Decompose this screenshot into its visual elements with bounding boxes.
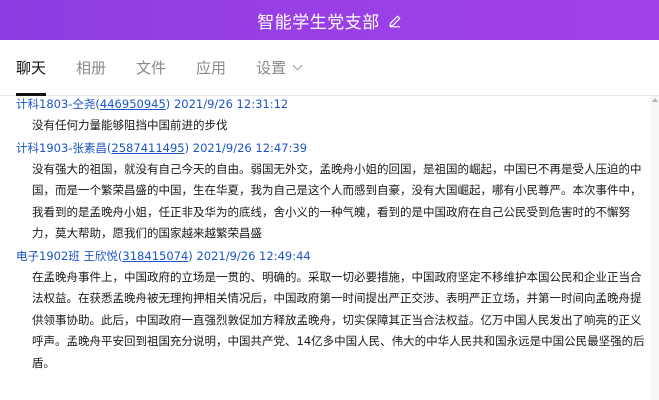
tab-label: 设置 bbox=[256, 59, 287, 77]
group-title: 智能学生党支部 bbox=[257, 12, 380, 33]
sender-name[interactable]: 计科1803-仝尧 bbox=[16, 97, 95, 111]
sender-qq-link[interactable]: 318415074 bbox=[122, 249, 188, 263]
message-text: 在孟晚舟事件上，中国政府的立场是一贯的、明确的。采取一切必要措施，中国政府坚定不… bbox=[32, 269, 645, 370]
message-time: 2021/9/26 12:49:44 bbox=[196, 248, 311, 263]
message-header: 电子1902班 王欣悦(318415074) 2021/9/26 12:49:4… bbox=[16, 248, 311, 263]
message-time: 2021/9/26 12:47:39 bbox=[192, 140, 308, 155]
tab-label: 相册 bbox=[76, 59, 107, 77]
message-header: 计科1903-张素昌(2587411495) 2021/9/26 12:47:3… bbox=[16, 140, 308, 155]
message-text: 没有强大的祖国，就没有自己今天的自由。弱国无外交，孟晚舟小姐的回国，是祖国的崛起… bbox=[32, 161, 642, 241]
scroll-up-arrow-icon[interactable] bbox=[652, 98, 658, 102]
chat-message: 计科1803-仝尧(446950945) 2021/9/26 12:31:12 … bbox=[16, 96, 650, 140]
pencil-icon[interactable] bbox=[388, 13, 402, 28]
tab-label: 应用 bbox=[196, 59, 227, 77]
vertical-scrollbar[interactable] bbox=[650, 96, 659, 400]
sender-name[interactable]: 计科1903-张素昌 bbox=[16, 141, 107, 155]
tab-label: 聊天 bbox=[16, 59, 47, 77]
tab-settings[interactable]: 设置 bbox=[256, 40, 303, 96]
sender-qq-link[interactable]: 446950945 bbox=[100, 97, 166, 111]
tab-bar: 聊天 相册 文件 应用 设置 bbox=[0, 40, 659, 96]
group-title-bar: 智能学生党支部 bbox=[0, 0, 659, 40]
tab-apps[interactable]: 应用 bbox=[196, 40, 226, 96]
sender-name[interactable]: 电子1902班 王欣悦 bbox=[16, 249, 118, 263]
tab-chat[interactable]: 聊天 bbox=[16, 40, 47, 96]
chat-message-list[interactable]: 计科1803-仝尧(446950945) 2021/9/26 12:31:12 … bbox=[0, 96, 650, 400]
tab-files[interactable]: 文件 bbox=[136, 40, 166, 96]
sender-qq-link[interactable]: 2587411495 bbox=[111, 141, 184, 155]
tab-label: 文件 bbox=[136, 59, 167, 77]
message-text: 没有任何力量能够阻挡中国前进的步伐 bbox=[32, 118, 228, 132]
message-header: 计科1803-仝尧(446950945) 2021/9/26 12:31:12 bbox=[16, 97, 289, 111]
chevron-down-icon bbox=[292, 60, 303, 71]
chat-message: 电子1902班 王欣悦(318415074) 2021/9/26 12:49:4… bbox=[16, 248, 650, 378]
tab-album[interactable]: 相册 bbox=[76, 40, 106, 96]
chat-message: 计科1903-张素昌(2587411495) 2021/9/26 12:47:3… bbox=[16, 140, 650, 248]
message-time: 2021/9/26 12:31:12 bbox=[173, 97, 289, 111]
